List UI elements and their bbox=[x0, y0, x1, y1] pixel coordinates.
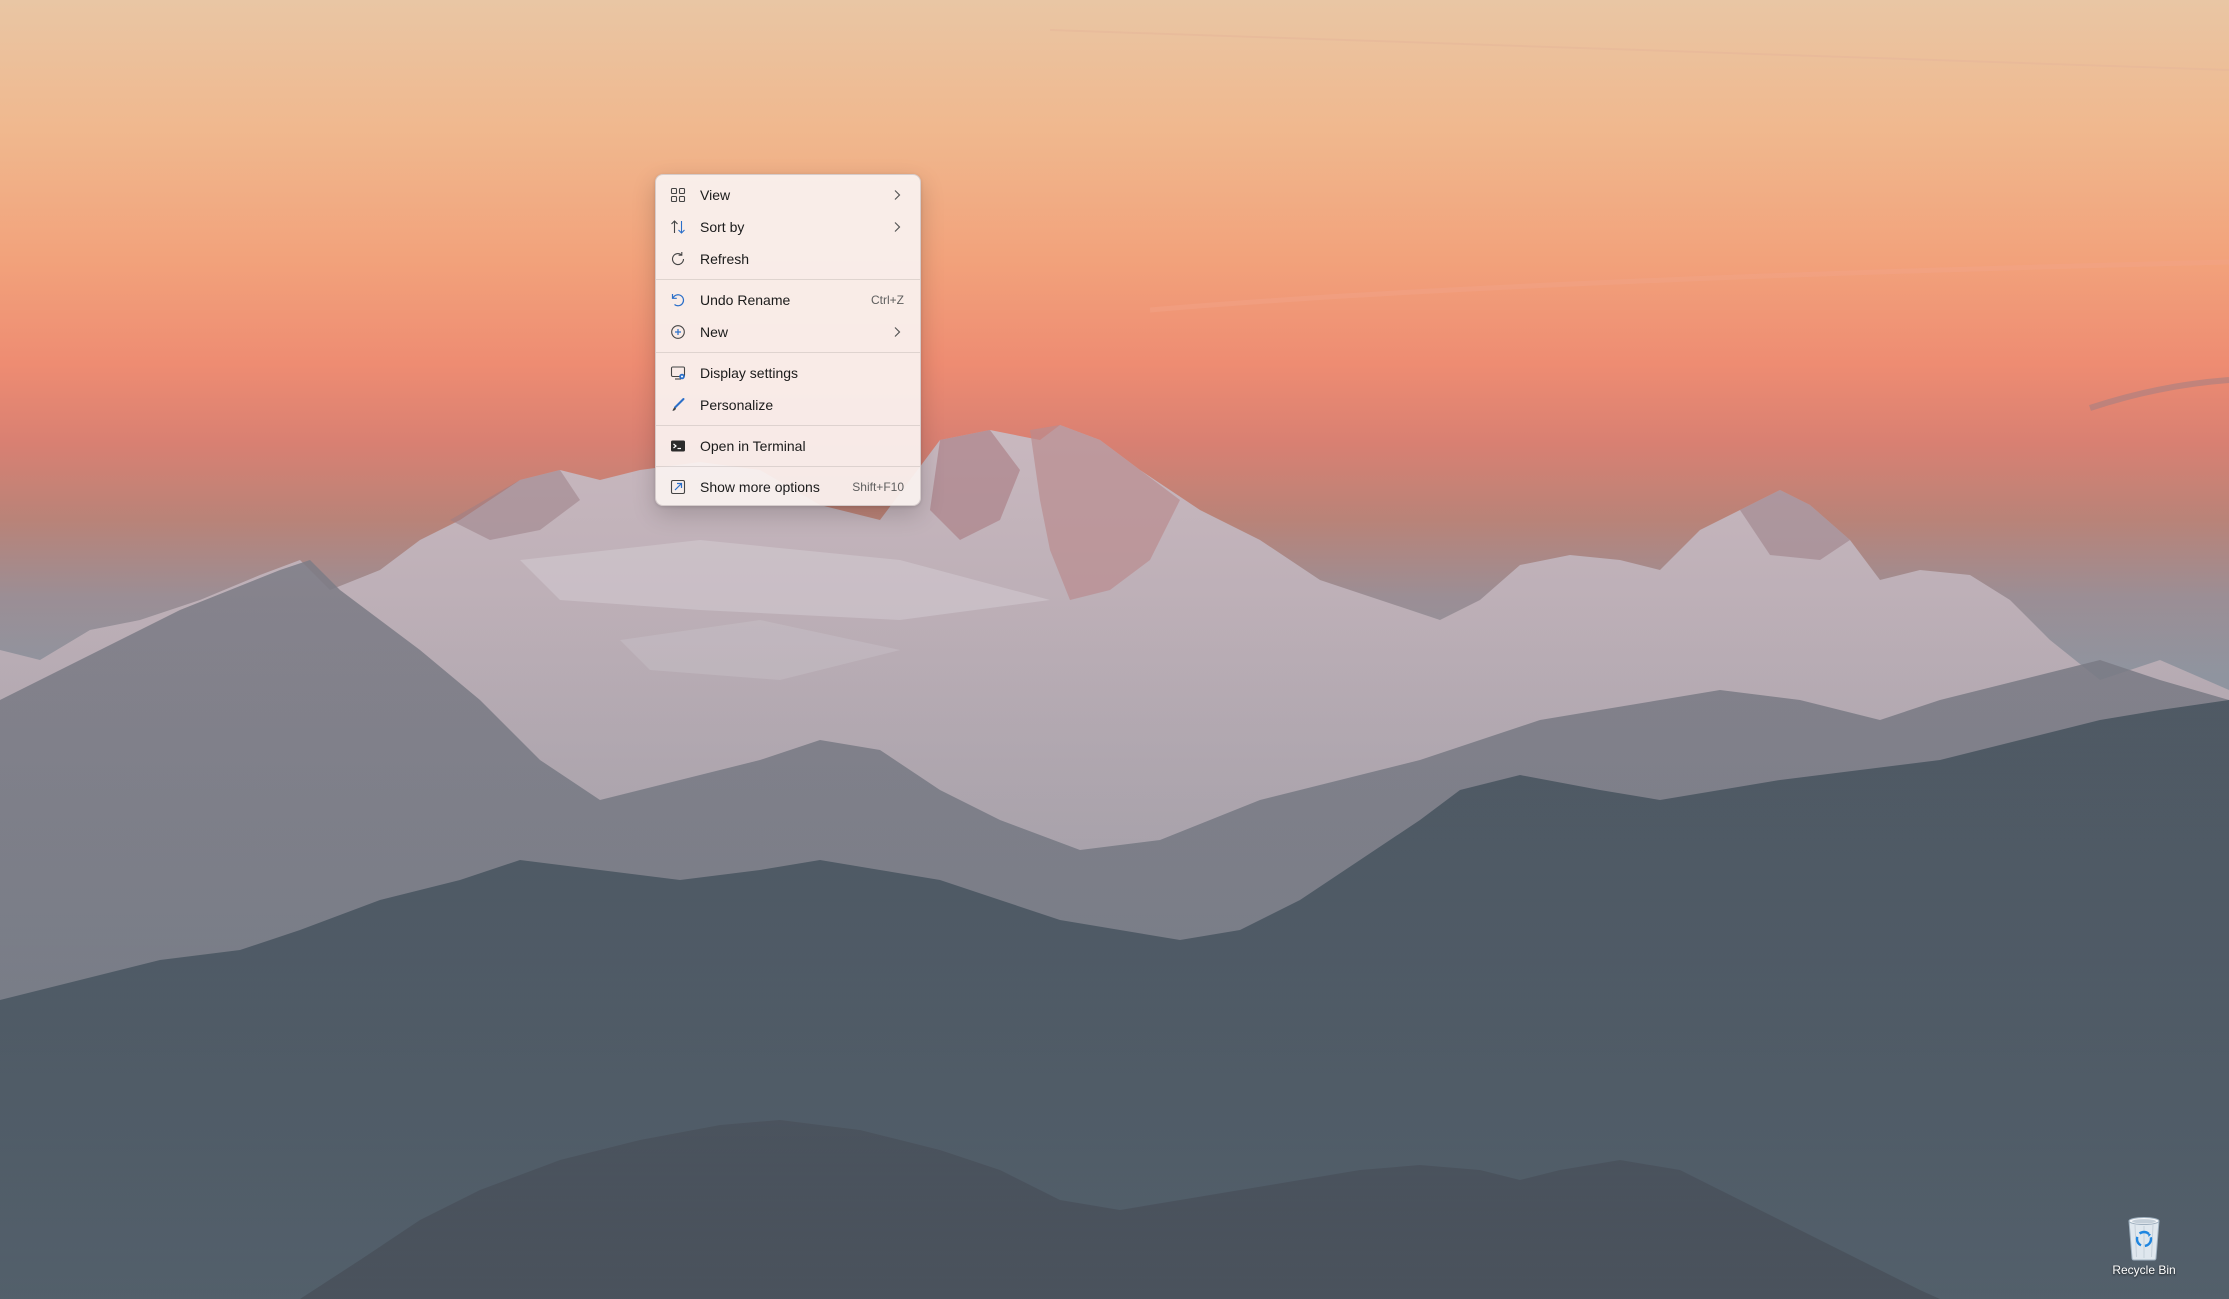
undo-icon bbox=[670, 292, 686, 308]
shortcut-text: Ctrl+Z bbox=[871, 293, 904, 307]
menu-item-label: Sort by bbox=[700, 219, 745, 235]
add-circle-icon bbox=[670, 324, 686, 340]
more-options-icon bbox=[670, 479, 686, 495]
recycle-bin-icon bbox=[2128, 1217, 2160, 1261]
menu-item-label: Personalize bbox=[700, 397, 774, 413]
menu-item-undo-rename[interactable]: Undo Rename Ctrl+Z bbox=[656, 284, 920, 316]
chevron-right-icon bbox=[892, 325, 902, 339]
menu-separator bbox=[656, 352, 920, 353]
menu-item-personalize[interactable]: Personalize bbox=[656, 389, 920, 421]
menu-separator bbox=[656, 279, 920, 280]
brush-icon bbox=[670, 397, 686, 413]
menu-item-label: Undo Rename bbox=[700, 292, 791, 308]
refresh-icon bbox=[670, 251, 686, 267]
sort-icon bbox=[670, 219, 686, 235]
menu-item-label: Open in Terminal bbox=[700, 438, 806, 454]
desktop-context-menu: View Sort by Refresh Undo Rename Ctrl+Z … bbox=[655, 174, 921, 506]
menu-item-label: Display settings bbox=[700, 365, 799, 381]
chevron-right-icon bbox=[892, 220, 902, 234]
menu-item-refresh[interactable]: Refresh bbox=[656, 243, 920, 275]
desktop[interactable]: View Sort by Refresh Undo Rename Ctrl+Z … bbox=[0, 0, 2229, 1299]
menu-item-label: New bbox=[700, 324, 729, 340]
display-icon bbox=[670, 365, 686, 381]
menu-item-view[interactable]: View bbox=[656, 179, 920, 211]
terminal-icon bbox=[670, 438, 686, 454]
wallpaper bbox=[0, 29, 2229, 1299]
menu-separator bbox=[656, 425, 920, 426]
menu-item-display-settings[interactable]: Display settings bbox=[656, 357, 920, 389]
menu-item-sort-by[interactable]: Sort by bbox=[656, 211, 920, 243]
menu-separator bbox=[656, 466, 920, 467]
chevron-right-icon bbox=[892, 188, 902, 202]
menu-item-open-in-terminal[interactable]: Open in Terminal bbox=[656, 430, 920, 462]
desktop-icon-label: Recycle Bin bbox=[2112, 1263, 2176, 1277]
menu-item-new[interactable]: New bbox=[656, 316, 920, 348]
grid-icon bbox=[670, 187, 686, 203]
menu-item-show-more-options[interactable]: Show more options Shift+F10 bbox=[656, 471, 920, 503]
menu-item-label: View bbox=[700, 187, 731, 203]
shortcut-text: Shift+F10 bbox=[852, 480, 904, 494]
recycle-bin-desktop-icon[interactable]: Recycle Bin bbox=[2104, 1213, 2184, 1289]
menu-item-label: Show more options bbox=[700, 479, 820, 495]
menu-item-label: Refresh bbox=[700, 251, 750, 267]
